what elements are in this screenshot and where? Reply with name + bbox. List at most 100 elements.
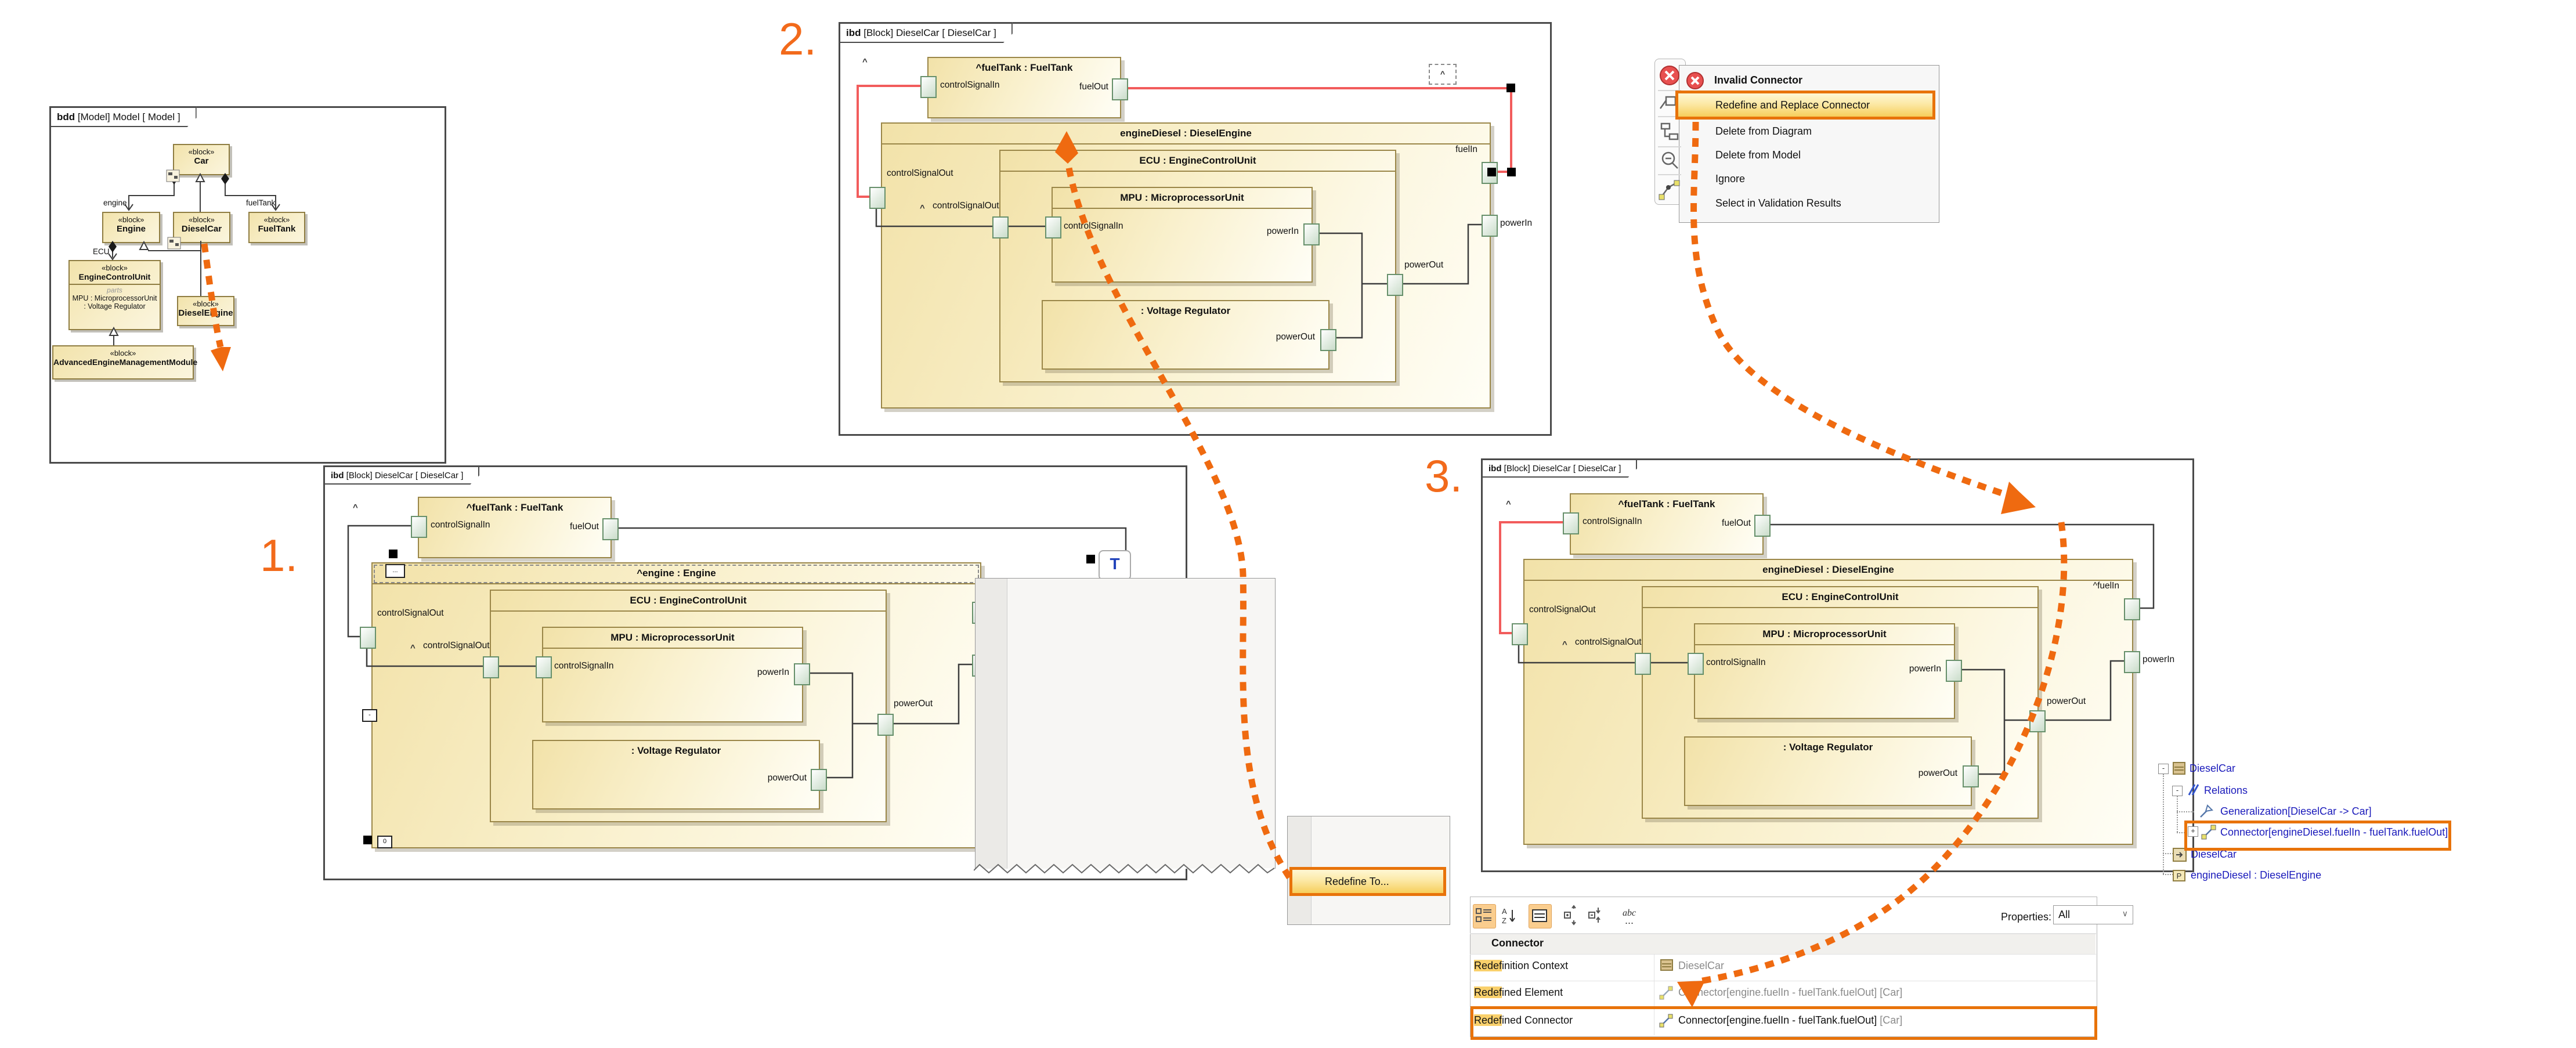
ibd2-port-ecu-boundary[interactable] xyxy=(992,216,1009,238)
role-label-engine: engine xyxy=(103,198,127,207)
tree-item-relations[interactable]: Relations xyxy=(2204,785,2248,797)
ibd3-label-controlsignalin: controlSignalIn xyxy=(1583,516,1642,527)
property-value-redefined-element: Connector[engine.fuelIn - fuelTank.fuelO… xyxy=(1678,986,1902,999)
ibd3-port-enginediesel-fuelin-inherited[interactable] xyxy=(2124,598,2140,620)
properties-filter-select[interactable]: All ∨ xyxy=(2053,905,2133,924)
ibd3-port-mpu-controlsignalin[interactable] xyxy=(1688,653,1704,675)
ibd3-invalid-connector[interactable] xyxy=(1500,522,1563,633)
property-value-text: Connector[engine.fuelIn - fuelTank.fuelO… xyxy=(1678,1014,1877,1026)
validation-menu-title: Invalid Connector xyxy=(1714,74,1802,86)
open-specification-icon[interactable] xyxy=(1660,97,1675,109)
tree-item-generalization[interactable]: Generalization[DieselCar -> Car] xyxy=(2220,805,2372,818)
block-icon xyxy=(1660,959,1674,973)
ibd3-port-controlsignalin[interactable] xyxy=(1563,512,1579,534)
ibd3-label-fuelout: fuelOut xyxy=(1709,518,1751,529)
ibd1-port-mpu-controlsignalin[interactable] xyxy=(536,656,552,678)
tree-expand-relations[interactable]: - xyxy=(2172,786,2183,796)
ibd2-connectors[interactable] xyxy=(876,207,1482,338)
ibd1-collapse-icon[interactable]: - xyxy=(362,709,377,722)
ibd1-port-mpu-powerin[interactable] xyxy=(794,663,810,685)
ibd3-port-mpu-powerin[interactable] xyxy=(1946,660,1962,682)
tree-guide-line xyxy=(2163,774,2164,874)
ibd3-port-controlsignalout[interactable] xyxy=(1512,623,1528,645)
property-value-suffix: [Car] xyxy=(1877,1014,1902,1026)
ibd2-label-controlsignalin: controlSignalIn xyxy=(940,80,1000,91)
ibd2-port-controlsignalout[interactable] xyxy=(869,187,886,209)
properties-filter-label: Properties: xyxy=(2001,911,2051,923)
ibd1-label-mpu-powerin: powerIn xyxy=(738,667,789,678)
ibd1-edit-name-tool-icon[interactable]: T xyxy=(1099,550,1131,580)
property-label: ined Connector xyxy=(1502,1014,1573,1026)
role-label-ecu: ECU xyxy=(93,247,110,256)
ibd1-line-caret: ^ xyxy=(410,643,416,653)
validation-item-ignore[interactable]: Ignore xyxy=(1715,173,1745,185)
ibd3-label-fuelin-inherited: ^fuelIn xyxy=(2072,581,2119,591)
invalid-connector-error-icon xyxy=(1685,71,1705,91)
submenu-item-redefine-to[interactable]: Redefine To... xyxy=(1289,867,1446,896)
properties-row-redefined-element[interactable]: Redefined Element xyxy=(1474,986,1563,999)
ibd1-port-ecu-powerout[interactable] xyxy=(877,714,894,736)
tree-expand-dieselcar[interactable]: - xyxy=(2158,764,2169,774)
ibd2-port-vr-powerout[interactable] xyxy=(1320,329,1336,351)
ibd3-port-vr-powerout[interactable] xyxy=(1963,765,1979,787)
ibd1-port-controlsignalout[interactable] xyxy=(360,627,376,649)
tree-guide-line xyxy=(2177,796,2178,832)
properties-row-redefinition-context[interactable]: Redefinition Context xyxy=(1474,960,1568,972)
tree-guide-line xyxy=(2177,811,2194,812)
ibd2-invalid-connectors[interactable] xyxy=(858,86,1511,197)
ibd1-port-ecu-boundary[interactable] xyxy=(483,656,499,678)
ibd3-port-ecu-boundary[interactable] xyxy=(1635,653,1651,675)
customize-properties-icon[interactable]: abc... xyxy=(1619,904,1648,927)
validation-item-redefine-replace[interactable]: Redefine and Replace Connector xyxy=(1675,91,1935,120)
part-property-icon: P xyxy=(2172,868,2187,883)
ibd1-port-fuelout[interactable] xyxy=(602,518,619,540)
context-menu xyxy=(975,578,1276,869)
validation-item-delete-from-diagram[interactable]: Delete from Diagram xyxy=(1715,125,1812,138)
ibd2-connector-handle[interactable] xyxy=(1506,84,1515,92)
ibd2-port-ecu-powerout[interactable] xyxy=(1387,274,1403,296)
ibd2-port-mpu-controlsignalin[interactable] xyxy=(1045,216,1061,238)
property-value-redefinition-context: DieselCar xyxy=(1678,960,1724,972)
zoom-out-icon[interactable] xyxy=(1663,153,1678,168)
ibd1-label-vr-powerout: powerOut xyxy=(756,773,807,783)
ibd2-connector-caret-box[interactable]: ^ xyxy=(1429,64,1457,85)
ibd3-connectors[interactable] xyxy=(1519,525,2154,774)
ibd2-connector-handle[interactable] xyxy=(1487,168,1496,176)
step-2-label: 2. xyxy=(779,13,816,66)
ibd2-port-controlsignalin[interactable] xyxy=(920,76,937,98)
ibd2-label-vr-powerout: powerOut xyxy=(1264,332,1315,342)
ibd1-label-controlsignalout: controlSignalOut xyxy=(377,608,444,619)
ibd1-port-controlsignalin[interactable] xyxy=(411,516,427,538)
ibd2-line-caret: ^ xyxy=(920,203,925,213)
select-in-tree-icon[interactable] xyxy=(1661,124,1678,139)
ibd1-label-controlsignalin: controlSignalIn xyxy=(431,520,490,530)
ibd1-selection-handle[interactable] xyxy=(389,550,398,558)
ibd2-label-fuelin: fuelIn xyxy=(1447,144,1477,155)
tree-item-dieselcar[interactable]: DieselCar xyxy=(2190,762,2235,775)
ibd1-selection-handle[interactable] xyxy=(363,836,372,844)
ibd1-port-vr-powerout[interactable] xyxy=(811,769,827,791)
validation-toolbar-icons xyxy=(1654,59,1685,204)
ibd2-port-mpu-powerin[interactable] xyxy=(1303,223,1320,245)
validation-item-delete-from-model[interactable]: Delete from Model xyxy=(1715,149,1801,161)
ibd3-label-ecu-powerout: powerOut xyxy=(2047,696,2086,707)
svg-text:...: ... xyxy=(1625,915,1634,926)
ibd3-port-enginediesel-powerin[interactable] xyxy=(2124,651,2140,673)
ibd1-label-mpu-controlsignalin: controlSignalIn xyxy=(554,661,614,671)
ibd3-port-fuelout[interactable] xyxy=(1754,515,1771,537)
ibd1-selection-handle[interactable] xyxy=(1086,555,1095,563)
ibd3-line-caret: ^ xyxy=(1562,639,1567,649)
tree-item-enginediesel-part[interactable]: engineDiesel : DieselEngine xyxy=(2191,869,2321,881)
ibd1-more-handle-icon[interactable]: ... xyxy=(385,564,405,578)
path-tool-icon[interactable] xyxy=(1659,180,1679,200)
ibd3-label-controlsignalout: controlSignalOut xyxy=(1529,605,1596,615)
ibd2-port-enginediesel-powerin[interactable] xyxy=(1482,215,1498,237)
ibd2-connector-handle[interactable] xyxy=(1507,168,1516,176)
ibd3-port-ecu-powerout[interactable] xyxy=(2029,710,2046,732)
validation-item-select-in-validation-results[interactable]: Select in Validation Results xyxy=(1715,197,1841,209)
validation-error-icon[interactable] xyxy=(1660,66,1679,85)
properties-section-row[interactable] xyxy=(1471,934,2096,954)
ibd2-port-fuelout[interactable] xyxy=(1112,78,1128,100)
properties-row-redefined-connector[interactable]: Redefined Connector xyxy=(1474,1014,1573,1027)
step-1-label: 1. xyxy=(260,529,298,582)
